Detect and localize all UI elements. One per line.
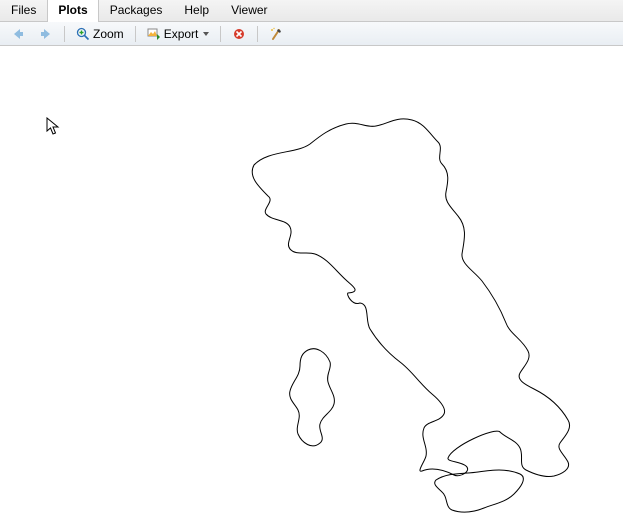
tab-plots[interactable]: Plots	[47, 0, 98, 22]
tab-help[interactable]: Help	[173, 0, 220, 22]
zoom-button[interactable]: Zoom	[71, 24, 129, 44]
zoom-icon	[76, 27, 90, 41]
tab-packages[interactable]: Packages	[99, 0, 174, 22]
export-icon	[147, 27, 161, 41]
dropdown-caret-icon	[203, 32, 209, 36]
plots-toolbar: Zoom Export	[0, 22, 623, 46]
export-button[interactable]: Export	[142, 24, 215, 44]
remove-plot-button[interactable]	[227, 24, 251, 44]
toolbar-separator	[135, 26, 136, 42]
broom-icon	[269, 27, 283, 41]
tab-viewer[interactable]: Viewer	[220, 0, 278, 22]
toolbar-separator	[220, 26, 221, 42]
toolbar-separator	[257, 26, 258, 42]
pane-tab-bar: Files Plots Packages Help Viewer	[0, 0, 623, 22]
arrow-right-icon	[39, 27, 53, 41]
clear-all-button[interactable]	[264, 24, 288, 44]
toolbar-separator	[64, 26, 65, 42]
map-plot	[0, 46, 623, 532]
plot-prev-button[interactable]	[6, 24, 30, 44]
arrow-left-icon	[11, 27, 25, 41]
export-label: Export	[164, 27, 199, 41]
zoom-label: Zoom	[93, 27, 124, 41]
plot-next-button[interactable]	[34, 24, 58, 44]
plot-viewport	[0, 46, 623, 532]
remove-icon	[232, 27, 246, 41]
tab-files[interactable]: Files	[0, 0, 47, 22]
